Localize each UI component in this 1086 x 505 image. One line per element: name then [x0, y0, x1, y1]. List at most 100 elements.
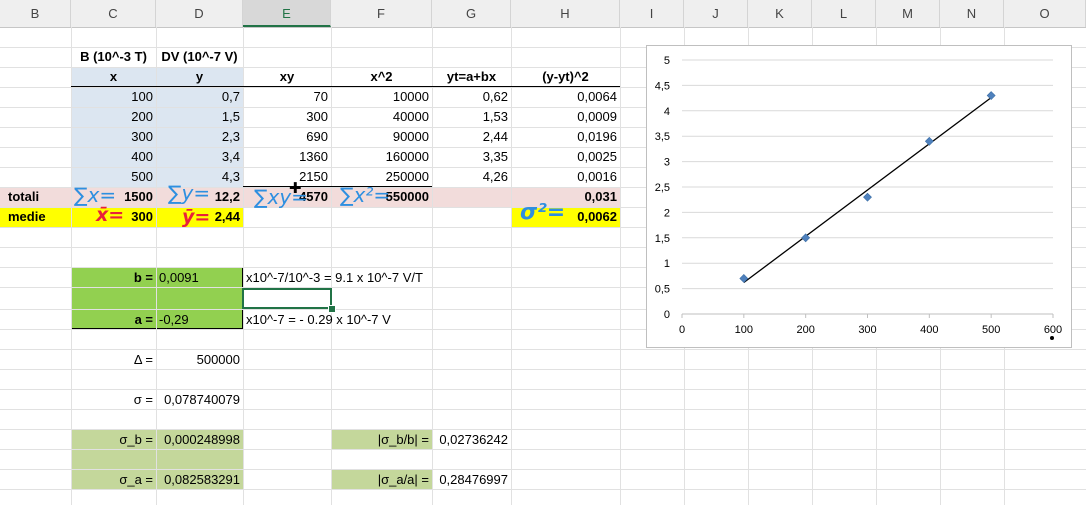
rel-sigma-b-value[interactable]: 0,02736242 — [432, 430, 511, 450]
column-header-h[interactable]: H — [511, 0, 620, 27]
table-cell[interactable]: 0,62 — [432, 87, 511, 107]
y-tick-label: 2 — [664, 207, 670, 219]
table-cell[interactable]: 400 — [71, 147, 156, 167]
y-tick-label: 4 — [664, 106, 670, 118]
header-xy[interactable]: xy — [243, 67, 331, 87]
y-tick-label: 2,5 — [655, 182, 670, 194]
sigma-a-label[interactable]: σ_a = — [71, 470, 156, 490]
sigma-label[interactable]: σ = — [71, 390, 156, 410]
active-cell-selection[interactable] — [242, 288, 332, 309]
table-cell[interactable]: 300 — [71, 127, 156, 147]
column-header-j[interactable]: J — [684, 0, 748, 27]
header-y[interactable]: y — [156, 67, 243, 87]
column-header-c[interactable]: C — [71, 0, 156, 27]
medie-label[interactable]: medie — [0, 207, 71, 227]
header-x2[interactable]: x^2 — [331, 67, 432, 87]
sigma-value[interactable]: 0,078740079 — [156, 390, 243, 410]
y-tick-label: 3 — [664, 157, 670, 169]
data-point — [986, 91, 996, 100]
header-b-units[interactable]: B (10^-3 T) — [71, 47, 156, 67]
sigma-b-value[interactable]: 0,000248998 — [156, 430, 243, 450]
rel-sigma-b-label[interactable]: |σ_b/b| = — [331, 430, 432, 450]
b-note[interactable]: x10^-7/10^-3 = 9.1 x 10^-7 V/T — [243, 268, 443, 288]
table-cell[interactable]: 1,53 — [432, 107, 511, 127]
a-note[interactable]: x10^-7 = - 0.29 x 10^-7 V — [243, 310, 443, 330]
table-cell[interactable]: 0,0016 — [511, 167, 620, 187]
a-label[interactable]: a = — [71, 310, 156, 330]
table-cell[interactable]: 160000 — [331, 147, 432, 167]
column-header-e[interactable]: E — [243, 0, 331, 27]
table-cell[interactable]: 300 — [243, 107, 331, 127]
column-header-k[interactable]: K — [748, 0, 812, 27]
column-header-b[interactable]: B — [0, 0, 71, 27]
table-cell[interactable]: 0,0025 — [511, 147, 620, 167]
handwritten-sigma2: σ²= — [520, 200, 566, 225]
data-point — [924, 136, 934, 146]
column-header-o[interactable]: O — [1004, 0, 1086, 27]
sigma-a-value[interactable]: 0,082583291 — [156, 470, 243, 490]
x-tick-label: 300 — [858, 324, 876, 336]
column-header-f[interactable]: F — [331, 0, 432, 27]
y-tick-label: 1,5 — [655, 233, 670, 245]
table-cell[interactable]: 3,4 — [156, 147, 243, 167]
table-cell[interactable]: 0,0009 — [511, 107, 620, 127]
y-tick-label: 3,5 — [655, 131, 670, 143]
table-cell[interactable]: 2,44 — [432, 127, 511, 147]
cell-cursor-icon: ✚ — [289, 180, 302, 197]
b-value[interactable]: 0,0091 — [156, 268, 243, 288]
y-tick-label: 0 — [664, 309, 670, 321]
handwritten-sum-x2: ∑x²= — [340, 183, 391, 207]
table-cell[interactable]: 3,35 — [432, 147, 511, 167]
column-header-l[interactable]: L — [812, 0, 876, 27]
table-cell[interactable]: 10000 — [331, 87, 432, 107]
sigma-b-label[interactable]: σ_b = — [71, 430, 156, 450]
b-label[interactable]: b = — [71, 268, 156, 288]
table-cell[interactable]: 690 — [243, 127, 331, 147]
column-header-i[interactable]: I — [620, 0, 684, 27]
table-cell[interactable]: 90000 — [331, 127, 432, 147]
column-header-m[interactable]: M — [876, 0, 940, 27]
table-cell[interactable]: 40000 — [331, 107, 432, 127]
header-residual[interactable]: (y-yt)^2 — [511, 67, 620, 87]
header-dv-units[interactable]: DV (10^-7 V) — [156, 47, 243, 67]
column-header-d[interactable]: D — [156, 0, 243, 27]
totali-label[interactable]: totali — [0, 187, 71, 207]
rel-sigma-a-value[interactable]: 0,28476997 — [432, 470, 511, 490]
rel-sigma-a-label[interactable]: |σ_a/a| = — [331, 470, 432, 490]
handwritten-mean-x: x̄= — [96, 204, 125, 226]
table-cell[interactable]: 0,0064 — [511, 87, 620, 107]
table-cell[interactable]: 200 — [71, 107, 156, 127]
x-tick-label: 0 — [679, 324, 685, 336]
table-cell[interactable]: 0,7 — [156, 87, 243, 107]
column-header-g[interactable]: G — [432, 0, 511, 27]
table-cell[interactable]: 4,26 — [432, 167, 511, 187]
table-cell[interactable]: 100 — [71, 87, 156, 107]
table-cell[interactable]: 1,5 — [156, 107, 243, 127]
x-tick-label: 100 — [735, 324, 753, 336]
header-x[interactable]: x — [71, 67, 156, 87]
y-tick-label: 1 — [664, 258, 670, 270]
data-point — [801, 233, 811, 243]
handwritten-mean-y: ȳ= — [182, 206, 211, 228]
table-cell[interactable]: 2150 — [243, 167, 331, 187]
table-cell[interactable]: 2,3 — [156, 127, 243, 147]
scatter-chart[interactable]: 0 0,5 1 1,5 2 2,5 3 3,5 4 4,5 5 0 100 200 300 400 500 600 — [646, 45, 1072, 348]
data-point — [863, 192, 872, 202]
table-cell[interactable]: 70 — [243, 87, 331, 107]
y-tick-label: 5 — [664, 55, 670, 67]
data-point — [739, 274, 749, 283]
delta-label[interactable]: Δ = — [71, 350, 156, 370]
scatter-chart-svg: 0 0,5 1 1,5 2 2,5 3 3,5 4 4,5 5 0 100 200 300 400 500 600 — [655, 55, 1062, 336]
x-tick-label: 400 — [920, 324, 938, 336]
a-value[interactable]: -0,29 — [156, 310, 243, 330]
handwritten-sum-y: ∑y= — [168, 181, 211, 205]
column-header-bar: B C D E F G H I J K L M N O — [0, 0, 1086, 28]
column-header-n[interactable]: N — [940, 0, 1004, 27]
chart-corner-dot — [1050, 336, 1054, 340]
x-tick-label: 600 — [1044, 324, 1062, 336]
header-yt[interactable]: yt=a+bx — [432, 67, 511, 87]
table-cell[interactable]: 1360 — [243, 147, 331, 167]
delta-value[interactable]: 500000 — [156, 350, 243, 370]
trendline — [743, 97, 992, 284]
table-cell[interactable]: 0,0196 — [511, 127, 620, 147]
